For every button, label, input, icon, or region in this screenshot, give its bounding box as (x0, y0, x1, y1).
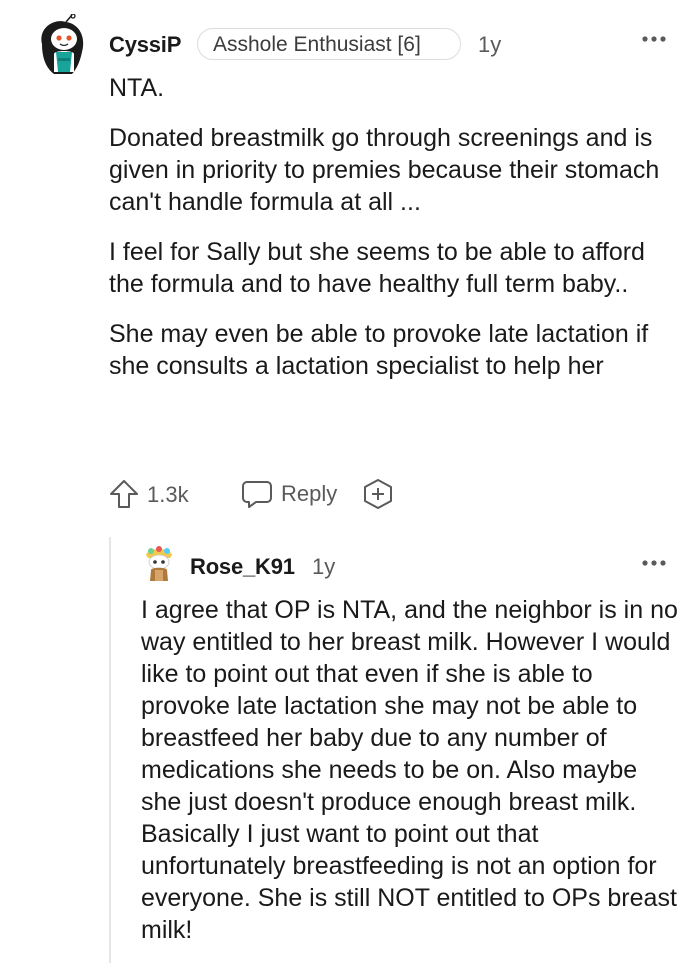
vote-score: 1.3k (147, 482, 189, 507)
more-options-icon[interactable] (641, 554, 667, 572)
comment-paragraph: Donated breastmilk go through screenings… (109, 124, 660, 216)
comment-body: NTA. Donated breastmilk go through scree… (109, 72, 679, 400)
user-avatar-icon[interactable] (142, 545, 176, 583)
award-plus-icon[interactable] (362, 478, 394, 510)
comment-paragraph: I agree that OP is NTA, and the neighbor… (141, 596, 678, 944)
more-options-icon[interactable] (641, 30, 667, 48)
user-flair-badge: Asshole Enthusiast [6] (197, 28, 461, 60)
reply-button[interactable]: Reply (281, 481, 337, 507)
comment-body: I agree that OP is NTA, and the neighbor… (141, 594, 681, 946)
comment-paragraph: I feel for Sally but she seems to be abl… (109, 238, 645, 298)
comment-author[interactable]: CyssiP (109, 32, 181, 58)
user-avatar-icon[interactable] (32, 14, 92, 76)
comment-actions: 1.3k Reply (108, 478, 408, 510)
thread-line[interactable] (109, 537, 111, 963)
upvote-arrow-icon[interactable] (108, 478, 140, 510)
comment-paragraph: She may even be able to provoke late lac… (109, 320, 649, 380)
speech-bubble-icon[interactable] (241, 479, 273, 509)
comment-timestamp: 1y (478, 32, 502, 57)
comment-paragraph: NTA. (109, 74, 165, 102)
comment-timestamp: 1y (312, 554, 336, 579)
comment-author[interactable]: Rose_K91 (190, 554, 295, 580)
